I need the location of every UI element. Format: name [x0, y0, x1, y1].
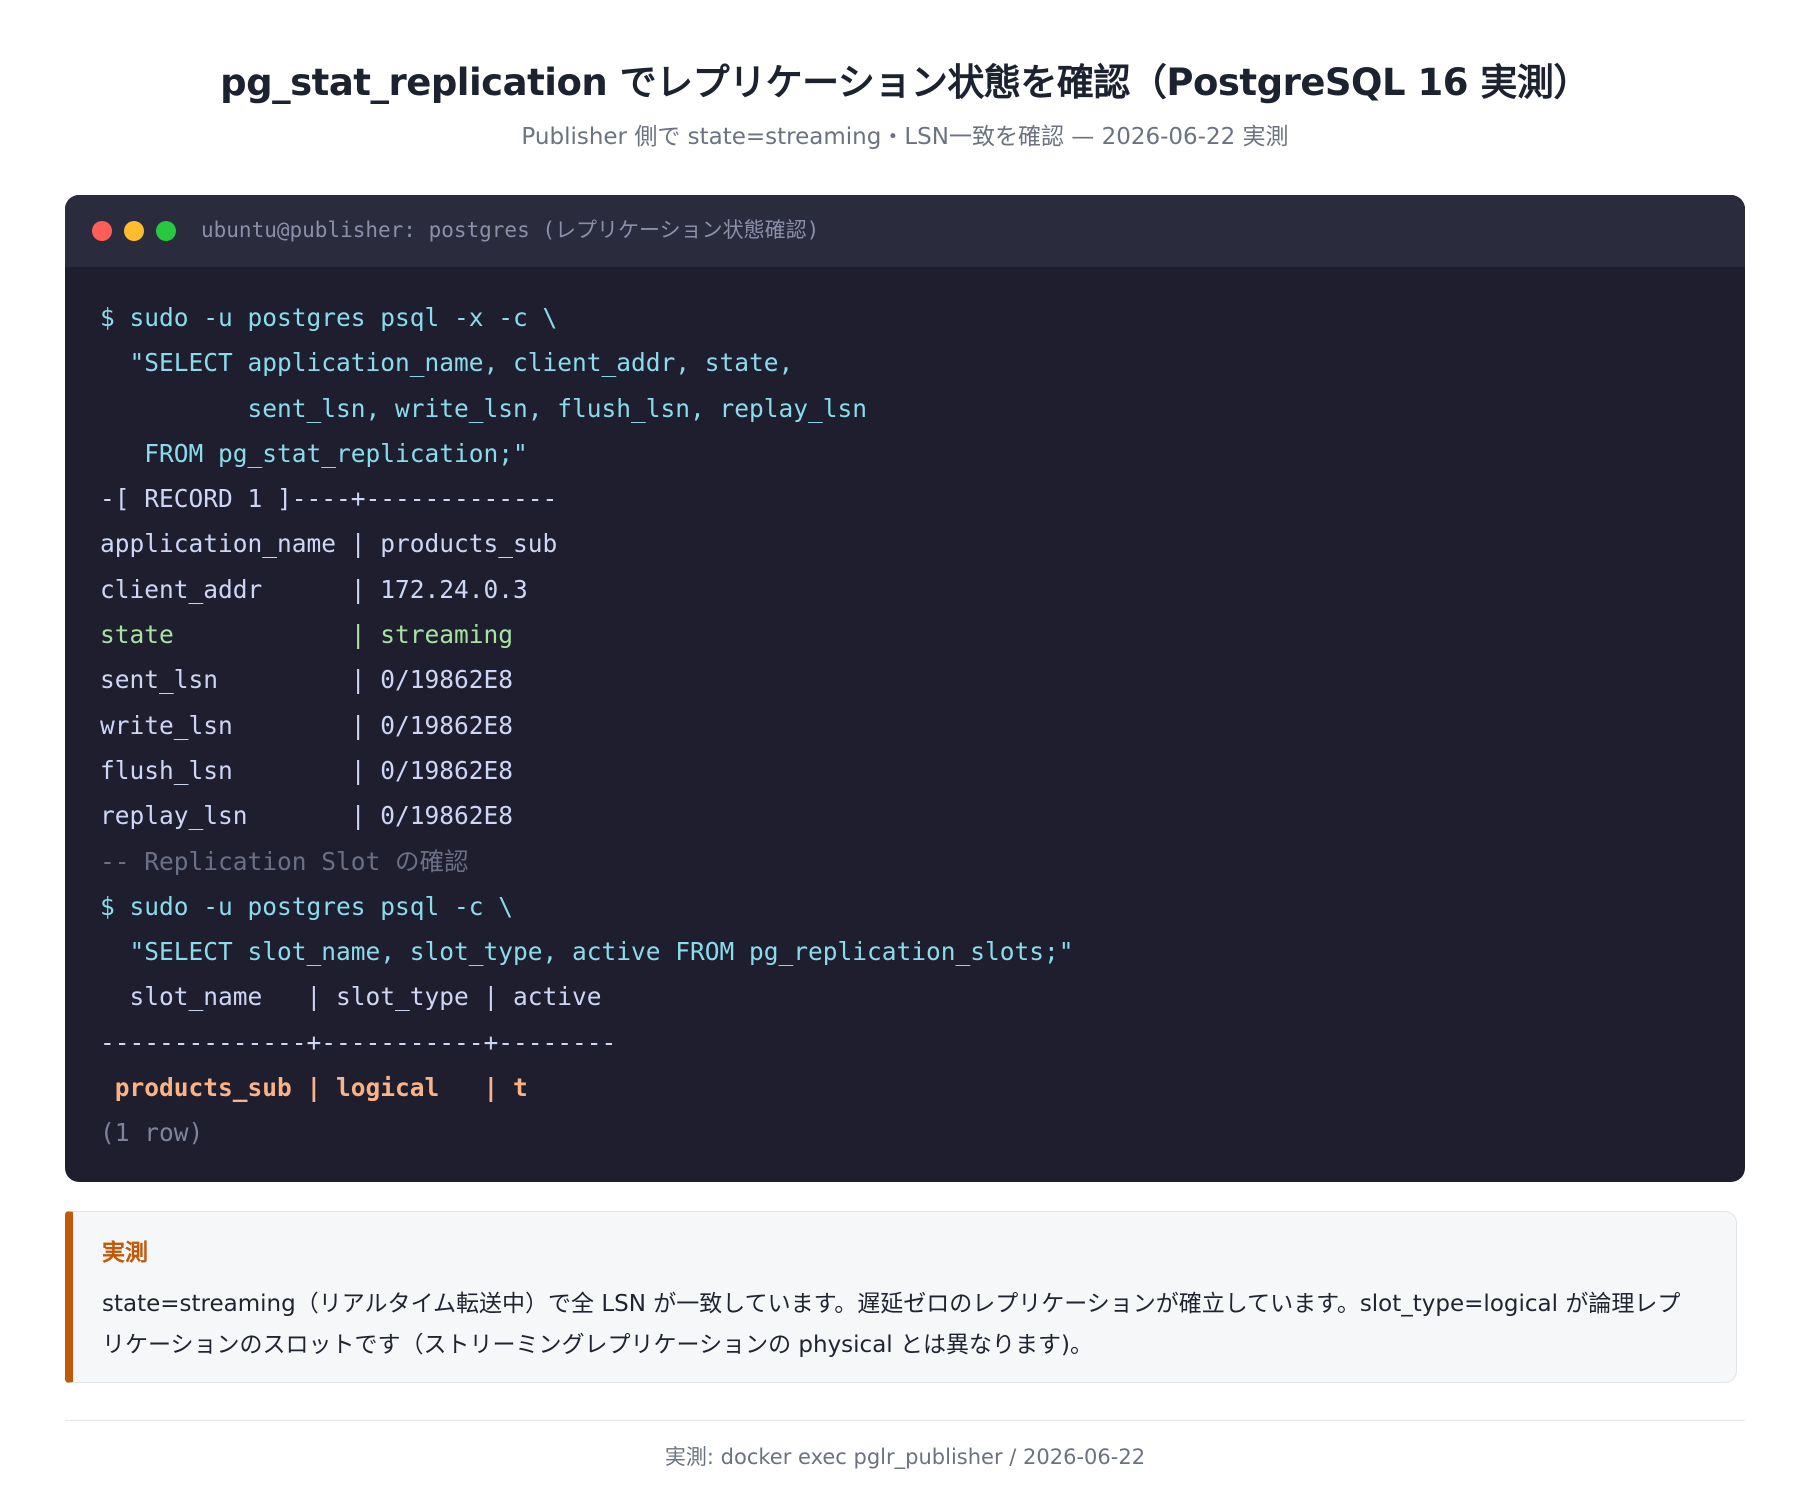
note-heading: 実測: [102, 1240, 148, 1266]
terminal-line: "SELECT application_name, client_addr, s…: [100, 348, 794, 378]
terminal-line: client_addr | 172.24.0.3: [100, 574, 528, 604]
terminal-line: --------------+-----------+--------: [100, 1027, 617, 1057]
terminal-line: sent_lsn, write_lsn, flush_lsn, replay_l…: [100, 393, 868, 423]
terminal-line: slot_name | slot_type | active: [100, 982, 602, 1012]
terminal-line: write_lsn | 0/19862E8: [100, 710, 514, 740]
terminal-window: ubuntu@publisher: postgres (レプリケーション状態確認…: [65, 195, 1745, 1182]
terminal-title: ubuntu@publisher: postgres (レプリケーション状態確認…: [201, 218, 820, 242]
maximize-window-dot-icon[interactable]: [156, 221, 176, 241]
page-title: pg_stat_replication でレプリケーション状態を確認（Postg…: [220, 61, 1590, 104]
terminal-output: $ sudo -u postgres psql -x -c \ "SELECT …: [65, 267, 1745, 1156]
terminal-line: sent_lsn | 0/19862E8: [100, 665, 514, 695]
terminal-line: replay_lsn | 0/19862E8: [100, 801, 514, 831]
minimize-window-dot-icon[interactable]: [124, 221, 144, 241]
footer-text: 実測: docker exec pglr_publisher / 2026-06…: [664, 1445, 1146, 1469]
terminal-line: products_sub | logical | t: [100, 1073, 528, 1103]
close-window-dot-icon[interactable]: [92, 221, 112, 241]
terminal-line: $ sudo -u postgres psql -x -c \: [100, 303, 558, 332]
terminal-line: -- Replication Slot の確認: [100, 846, 469, 876]
terminal-line: flush_lsn | 0/19862E8: [100, 755, 514, 785]
result-note: 実測 state=streaming（リアルタイム転送中）で全 LSN が一致し…: [65, 1211, 1737, 1383]
terminal-line: state | streaming: [100, 620, 514, 650]
terminal-line: application_name | products_sub: [100, 529, 558, 559]
footer-divider: [65, 1420, 1745, 1421]
terminal-line: FROM pg_stat_replication;": [100, 438, 528, 468]
page-subtitle: Publisher 側で state=streaming・LSN一致を確認 — …: [521, 124, 1289, 150]
terminal-line: (1 row): [100, 1118, 204, 1148]
terminal-line: "SELECT slot_name, slot_type, active FRO…: [100, 937, 1074, 967]
terminal-title-bar: ubuntu@publisher: postgres (レプリケーション状態確認…: [65, 195, 1745, 267]
note-body: state=streaming（リアルタイム転送中）で全 LSN が一致していま…: [102, 1291, 1681, 1358]
page: pg_stat_replication でレプリケーション状態を確認（Postg…: [65, 0, 1745, 1469]
terminal-line: $ sudo -u postgres psql -c \: [100, 891, 514, 921]
terminal-line: -[ RECORD 1 ]----+-------------: [100, 484, 558, 514]
